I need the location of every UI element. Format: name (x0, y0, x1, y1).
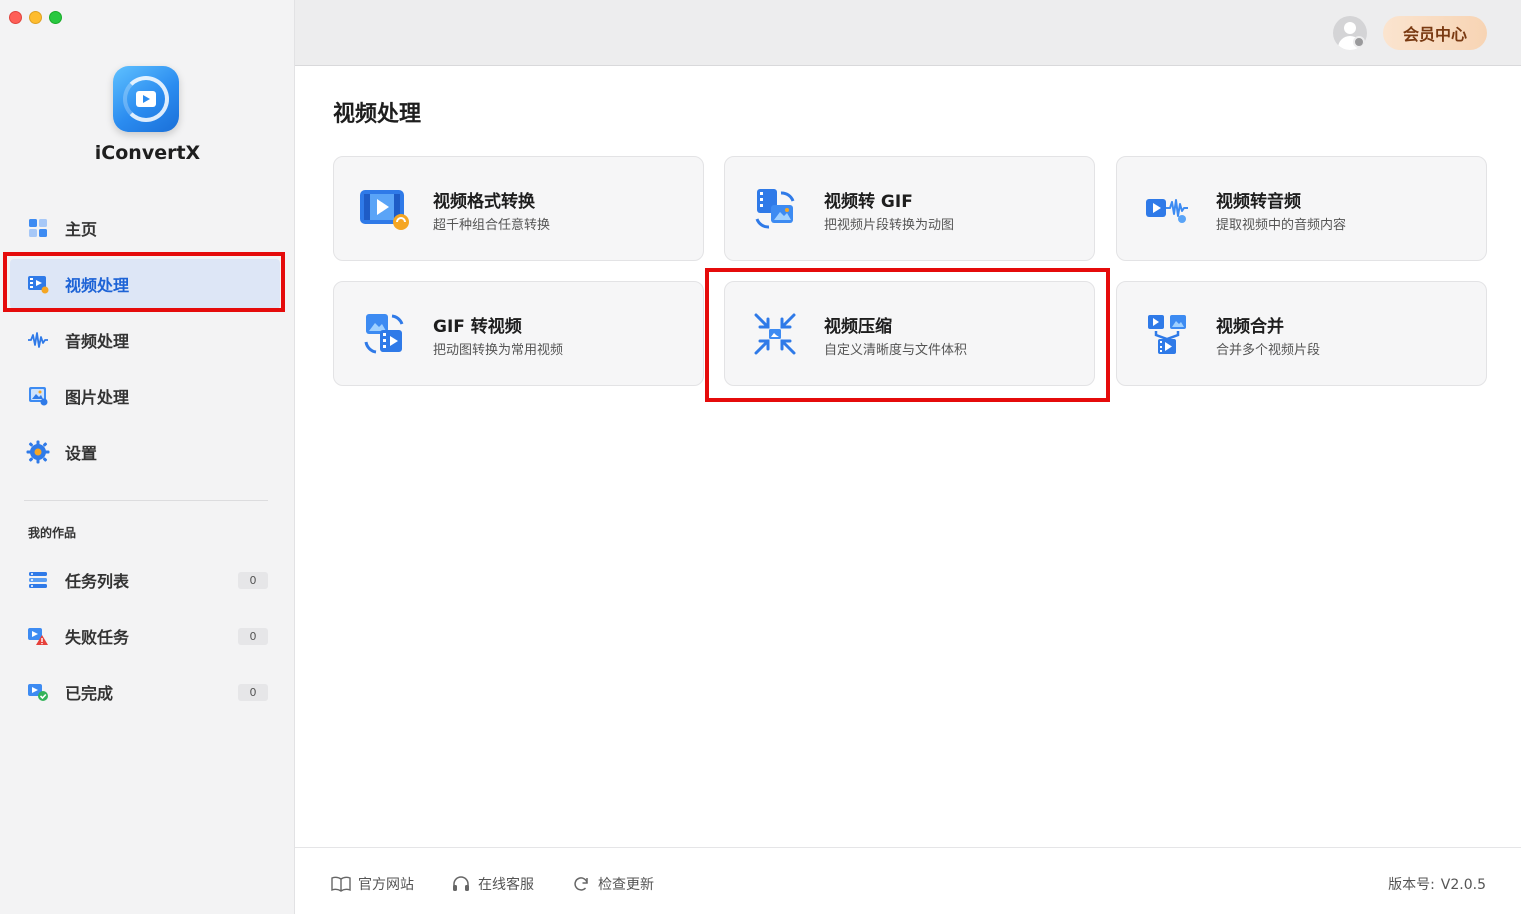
sidebar-item-label: 失败任务 (65, 628, 130, 647)
gif-to-video-icon (358, 310, 410, 358)
page-title: 视频处理 (333, 102, 422, 127)
vip-center-button[interactable]: 会员中心 (1383, 16, 1487, 50)
maximize-window-button[interactable] (49, 11, 62, 24)
failed-task-icon (25, 623, 51, 649)
card-subtitle: 提取视频中的音频内容 (1216, 218, 1347, 233)
card-subtitle: 超千种组合任意转换 (433, 218, 551, 233)
task-list-icon (25, 567, 51, 593)
video-merge-icon (1141, 310, 1193, 358)
card-title: 视频转 GIF (824, 192, 913, 212)
sidebar-item-home[interactable]: 主页 (10, 203, 280, 253)
footer-link-label: 在线客服 (478, 877, 534, 893)
video-to-gif-icon (749, 185, 801, 233)
my-works-heading: 我的作品 (28, 526, 77, 540)
app-name: iConvertX (94, 142, 201, 164)
window-controls (9, 11, 62, 24)
video-compress-icon (749, 310, 801, 358)
close-window-button[interactable] (9, 11, 22, 24)
card-video-merge[interactable]: 视频合并 合并多个视频片段 (1116, 281, 1487, 386)
headset-icon (451, 875, 471, 893)
version-value: V2.0.5 (1440, 877, 1486, 893)
check-update-link[interactable]: 检查更新 (571, 874, 654, 894)
sidebar-item-tasks[interactable]: 任务列表 0 (10, 555, 280, 605)
card-video-to-audio[interactable]: 视频转音频 提取视频中的音频内容 (1116, 156, 1487, 261)
online-support-link[interactable]: 在线客服 (451, 874, 534, 894)
card-subtitle: 自定义清晰度与文件体积 (824, 343, 968, 358)
sidebar-item-label: 设置 (65, 444, 98, 463)
user-avatar-icon[interactable] (1333, 16, 1367, 50)
audio-wave-icon (25, 327, 51, 353)
sidebar-item-label: 已完成 (65, 684, 114, 703)
card-video-compress[interactable]: 视频压缩 自定义清晰度与文件体积 (724, 281, 1095, 386)
gear-icon (25, 439, 51, 465)
count-badge: 0 (238, 628, 268, 645)
card-subtitle: 把动图转换为常用视频 (433, 343, 564, 358)
sidebar-item-label: 音频处理 (65, 332, 130, 351)
version-info: 版本号: V2.0.5 (1388, 874, 1486, 894)
image-processing-icon (25, 383, 51, 409)
sidebar-item-done[interactable]: 已完成 0 (10, 667, 280, 717)
sidebar-item-audio[interactable]: 音频处理 (10, 315, 280, 365)
card-title: 视频转音频 (1216, 192, 1301, 212)
sidebar-item-label: 任务列表 (65, 572, 130, 591)
count-badge: 0 (238, 572, 268, 589)
video-format-convert-icon (358, 185, 410, 233)
refresh-icon (571, 875, 591, 893)
app-logo-icon (113, 66, 179, 132)
official-site-link[interactable]: 官方网站 (331, 874, 414, 894)
card-subtitle: 把视频片段转换为动图 (824, 218, 955, 233)
footer-link-label: 检查更新 (598, 877, 654, 893)
card-title: 视频合并 (1216, 317, 1284, 337)
completed-icon (25, 679, 51, 705)
version-label: 版本号: (1388, 877, 1435, 893)
sidebar-item-settings[interactable]: 设置 (10, 427, 280, 477)
video-to-audio-icon (1141, 185, 1193, 233)
sidebar-item-label: 主页 (65, 220, 98, 239)
card-title: GIF 转视频 (433, 317, 522, 337)
card-gif-to-video[interactable]: GIF 转视频 把动图转换为常用视频 (333, 281, 704, 386)
video-processing-icon (25, 271, 51, 297)
minimize-window-button[interactable] (29, 11, 42, 24)
card-video-format-convert[interactable]: 视频格式转换 超千种组合任意转换 (333, 156, 704, 261)
footer-link-label: 官方网站 (358, 877, 414, 893)
sidebar-item-image[interactable]: 图片处理 (10, 371, 280, 421)
card-video-to-gif[interactable]: 视频转 GIF 把视频片段转换为动图 (724, 156, 1095, 261)
sidebar-item-failed[interactable]: 失败任务 0 (10, 611, 280, 661)
card-subtitle: 合并多个视频片段 (1216, 343, 1321, 358)
sidebar-divider (24, 500, 268, 501)
card-title: 视频压缩 (824, 317, 892, 337)
sidebar-item-label: 视频处理 (65, 276, 130, 295)
sidebar-item-label: 图片处理 (65, 388, 130, 407)
book-icon (331, 875, 351, 893)
sidebar-item-video[interactable]: 视频处理 (10, 259, 280, 309)
card-title: 视频格式转换 (433, 192, 535, 212)
footer: 官方网站 在线客服 检查更新 版本号: V2.0.5 (295, 847, 1521, 914)
count-badge: 0 (238, 684, 268, 701)
sidebar: iConvertX 主页 视频处理 音频处理 图片处理 设置 我的作品 任务列表… (0, 0, 295, 914)
home-grid-icon (25, 215, 51, 241)
